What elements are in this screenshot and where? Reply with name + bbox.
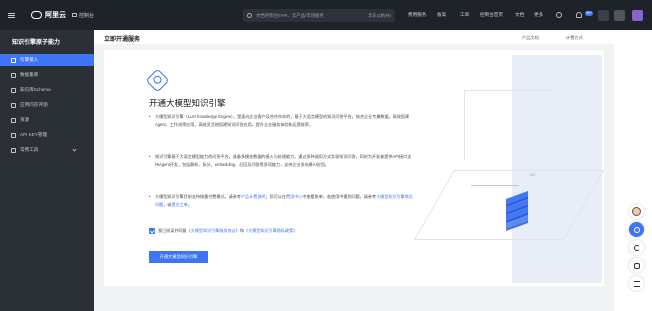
nav-link-icp[interactable]: 备案 (437, 0, 446, 30)
agreement-checkbox[interactable] (149, 228, 155, 234)
cloud-logo-icon (31, 11, 42, 19)
notification-bell-icon[interactable] (576, 0, 582, 30)
help-icon[interactable] (556, 0, 562, 30)
top-navigation-bar: 阿里云 控制台 文档/控制台/API、云产品/市场服务 华东1(杭州) 费用服务… (0, 0, 652, 30)
left-sidebar: 知识引擎原子能力 引擎接入 数据集库 知识库Schema 应用问答评测 资源 A… (0, 30, 94, 311)
evaluation-icon (11, 102, 16, 108)
sidebar-item-engine-access[interactable]: 引擎接入 (0, 54, 94, 66)
privacy-policy-link[interactable]: 《大模型知识引擎隐私政策》 (244, 228, 297, 234)
menu-icon[interactable] (8, 0, 15, 30)
sidebar-item-label: API KEY管理 (20, 132, 48, 137)
sidebar-item-datasets[interactable]: 数据集库 (0, 69, 94, 81)
card-heading: 开通大模型知识引擎 (149, 98, 226, 108)
description-paragraph-1: • 大模型知识引擎（LLM Knowledge Engine），是面向企业客户及… (149, 114, 410, 127)
toolbox-icon (11, 147, 16, 153)
key-icon (11, 132, 16, 138)
sidebar-item-evaluation[interactable]: 应用问答评测 (0, 99, 94, 111)
nav-link-billing[interactable]: 费用服务 (408, 0, 426, 30)
notification-count-badge: 99+ (585, 11, 593, 16)
page-header: 立即开通服务 产品文档 计费方式 (94, 30, 614, 44)
agreement-row: 我已阅读并同意 《大模型知识引擎服务协议》 和 《大模型知识引擎隐私政策》 (149, 228, 297, 234)
page-title: 立即开通服务 (104, 37, 141, 43)
product-docs-link[interactable]: 产品文档 (522, 35, 539, 41)
main-content: 立即开通服务 产品文档 计费方式 LKE 开通大模型知识引擎 • 大模型知识引擎… (94, 30, 614, 311)
billing-center-link[interactable]: 费用中心 (286, 194, 302, 199)
sidebar-item-tools[interactable]: 常用工具 (0, 144, 94, 156)
account-menu[interactable] (614, 10, 625, 21)
submit-ticket-link[interactable]: 提交工单 (171, 202, 187, 207)
illustration-frame (464, 90, 554, 160)
nav-link-more[interactable]: 更多 (534, 0, 543, 30)
sidebar-item-api-key[interactable]: API KEY管理 (0, 129, 94, 141)
nav-link-console-home[interactable]: 控制台首页 (480, 0, 503, 30)
sidebar-item-label: 引擎接入 (20, 57, 39, 62)
service-agreement-link[interactable]: 《大模型知识引擎服务协议》 (187, 228, 240, 234)
database-icon (11, 72, 16, 78)
sidebar-item-label: 资源 (20, 117, 30, 122)
book-icon[interactable] (629, 258, 644, 273)
user-avatar[interactable] (632, 10, 643, 21)
chevron-down-icon (72, 147, 77, 152)
activation-card: LKE 开通大模型知识引擎 • 大模型知识引擎（LLM Knowledge En… (104, 50, 604, 286)
home-icon (11, 57, 16, 63)
illustration-connector (471, 185, 519, 186)
sidebar-item-label: 常用工具 (20, 147, 39, 152)
description-paragraph-3: • 大模型知识引擎目前支持按量付费模式，请参考产品计费说明；您可以在费用中心中查… (149, 194, 413, 207)
pricing-doc-link[interactable]: 产品计费说明 (241, 194, 266, 199)
region-selector[interactable]: 华东1(杭州) (368, 9, 391, 22)
headset-icon[interactable] (629, 222, 644, 237)
console-home-link[interactable]: 控制台 (72, 0, 94, 30)
sidebar-item-label: 知识库Schema (20, 87, 51, 92)
home-icon (72, 13, 77, 17)
sidebar-item-resources[interactable]: 资源 (0, 114, 94, 126)
sidebar-item-label: 数据集库 (20, 72, 39, 77)
nav-link-docs[interactable]: 文档 (515, 0, 524, 30)
schema-icon (11, 87, 16, 93)
list-icon[interactable] (629, 276, 644, 291)
pricing-link[interactable]: 计费方式 (566, 35, 583, 41)
illustration-tag: LKE (529, 173, 536, 177)
nav-link-ticket[interactable]: 工单 (460, 0, 469, 30)
refresh-icon[interactable] (629, 240, 644, 255)
knowledge-engine-icon (145, 68, 170, 93)
assistant-avatar[interactable] (629, 204, 644, 219)
sidebar-item-label: 应用问答评测 (20, 102, 48, 107)
cart-icon[interactable] (598, 10, 609, 21)
resource-icon (11, 117, 16, 123)
sidebar-item-schema[interactable]: 知识库Schema (0, 84, 94, 96)
search-icon (247, 13, 252, 18)
sidebar-title: 知识引擎原子能力 (12, 40, 61, 46)
activate-engine-button[interactable]: 开通大模型知识引擎 (149, 251, 208, 263)
description-paragraph-2: • 知识引擎基于大语言模型能力的问答平台，具备多模态数据的接入与处理能力，通过多… (149, 154, 412, 167)
brand-logo[interactable]: 阿里云 (31, 0, 66, 30)
